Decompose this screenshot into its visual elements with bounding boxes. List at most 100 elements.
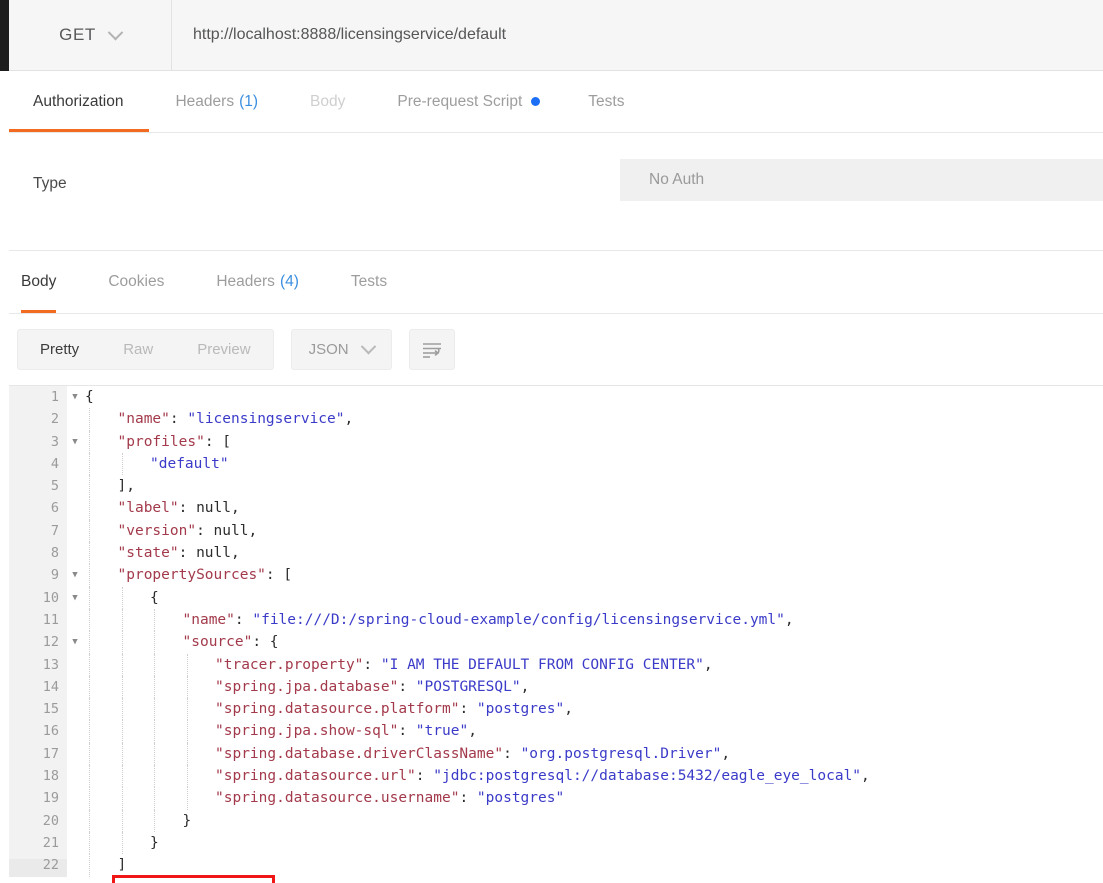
indent-guide: [89, 631, 90, 654]
line-number: 8: [50, 545, 59, 562]
response-tab-headers[interactable]: Headers (4): [190, 251, 325, 313]
code-line[interactable]: 1 ▼{: [9, 386, 1103, 408]
view-mode-raw[interactable]: Raw: [101, 330, 175, 369]
indent-guide: [186, 787, 188, 810]
code-line[interactable]: 13 "tracer.property": "I AM THE DEFAULT F…: [9, 653, 1103, 676]
json-code-area[interactable]: 1 ▼{2 "name": "licensingservice", 3 ▼ "profil…: [9, 386, 1103, 883]
indent-guide: [89, 497, 90, 520]
code-line-text: "profiles": [: [118, 431, 232, 453]
code-line[interactable]: 7 "version": null,: [9, 519, 1103, 543]
indent-guide: [89, 854, 90, 877]
request-tabs: Authorization Headers (1) Body Pre-request S…: [9, 71, 1103, 133]
response-body-editor[interactable]: 1 ▼{2 "name": "licensingservice", 3 ▼ "profil…: [9, 386, 1103, 883]
code-fold-toggle-icon[interactable]: ▼: [69, 386, 81, 408]
token-punct: ,: [703, 656, 713, 673]
code-line[interactable]: 3 ▼ "profiles": [: [9, 430, 1103, 453]
code-line-text: "tracer.property": "I AM THE DEFAULT FRO…: [215, 654, 713, 676]
request-tab-headers[interactable]: Headers (1): [149, 71, 284, 132]
http-method-dropdown[interactable]: GET: [9, 0, 172, 70]
code-line[interactable]: 9 ▼ "propertySources": [: [9, 564, 1103, 587]
token-punct: ,: [784, 611, 794, 628]
request-tab-body[interactable]: Body: [284, 71, 371, 132]
token-key: "tracer.property": [215, 656, 364, 673]
code-line[interactable]: 22]: [9, 854, 1103, 877]
line-number: 19: [42, 790, 59, 807]
code-line[interactable]: 20}: [9, 809, 1103, 832]
code-line[interactable]: 16 "spring.jpa.show-sql": "true",: [9, 720, 1103, 743]
code-line[interactable]: 14 "spring.jpa.database": "POSTGRESQL",: [9, 675, 1103, 699]
indent-guide: [154, 787, 155, 810]
indent-guide: [121, 698, 123, 721]
token-punct: :: [398, 723, 416, 740]
request-tab-tests[interactable]: Tests: [564, 71, 650, 132]
code-line-text: "spring.jpa.database": "POSTGRESQL",: [215, 676, 529, 698]
token-punct: ,: [520, 678, 530, 695]
code-line[interactable]: 18 "spring.datasource.url": "jdbc:postgre…: [9, 765, 1103, 788]
auth-type-value: No Auth: [649, 171, 705, 188]
code-fold-toggle-icon[interactable]: ▼: [69, 431, 81, 453]
response-tab-cookies[interactable]: Cookies: [82, 251, 190, 313]
code-line[interactable]: 8 "state": null,: [9, 542, 1103, 565]
code-line[interactable]: 4 "default": [9, 452, 1103, 476]
token-str: "I AM THE DEFAULT FROM CONFIG CENTER": [380, 656, 704, 673]
token-punct: :: [363, 656, 381, 673]
line-number: 9: [50, 567, 59, 584]
token-str: "default": [150, 455, 229, 472]
request-tab-authorization[interactable]: Authorization: [9, 71, 150, 132]
code-line[interactable]: 21}: [9, 831, 1103, 855]
view-mode-preview[interactable]: Preview: [175, 330, 272, 369]
line-number: 15: [42, 701, 59, 718]
indent-guide: [89, 653, 90, 676]
indent-guide: [89, 452, 90, 476]
code-line-text: {: [150, 587, 159, 609]
token-punct: : [: [265, 567, 293, 584]
indent-guide: [154, 720, 155, 743]
line-number: 14: [42, 678, 59, 695]
window-bottom-edge: [0, 877, 1103, 883]
token-punct: :: [169, 411, 188, 428]
code-line-text: "name": "licensingservice",: [118, 408, 354, 430]
token-key: "version": [117, 522, 197, 539]
authorization-panel: Type No Auth: [9, 133, 1103, 251]
view-mode-pretty[interactable]: Pretty: [18, 330, 101, 369]
code-fold-toggle-icon[interactable]: ▼: [69, 587, 81, 609]
code-line[interactable]: 17 "spring.database.driverClassName": "or…: [9, 742, 1103, 766]
indent-guide: [89, 787, 90, 810]
unsaved-indicator-dot-icon: [531, 97, 541, 106]
indent-guide: [121, 675, 123, 699]
token-str: "postgres": [476, 790, 565, 807]
code-line[interactable]: 11 "name": "file:///D:/spring-cloud-examp…: [9, 608, 1103, 632]
code-fold-toggle-icon[interactable]: ▼: [69, 564, 81, 586]
code-line[interactable]: 6 "label": null,: [9, 497, 1103, 520]
token-key: "spring.datasource.url": [215, 768, 416, 785]
token-str: "POSTGRESQL": [415, 678, 521, 695]
indent-guide: [89, 720, 90, 743]
http-method-label: GET: [59, 25, 96, 44]
code-line[interactable]: 12 ▼ "source": {: [9, 631, 1103, 654]
indent-guide: [186, 742, 188, 766]
code-line[interactable]: 2 "name": "licensingservice",: [9, 408, 1103, 431]
request-url-input[interactable]: http://localhost:8888/licensingservice/d…: [172, 0, 1103, 70]
response-tab-body[interactable]: Body: [9, 251, 82, 313]
code-fold-toggle-icon[interactable]: ▼: [69, 631, 81, 653]
code-line[interactable]: 10 ▼ {: [9, 586, 1103, 609]
indent-guide: [121, 765, 123, 788]
request-tab-pre-request-script[interactable]: Pre-request Script: [371, 71, 564, 132]
code-line-text: ],: [118, 475, 135, 497]
line-number: 17: [42, 745, 59, 762]
response-tab-tests[interactable]: Tests: [325, 251, 413, 313]
token-punct: {: [85, 389, 94, 405]
indent-guide: [186, 675, 188, 699]
auth-type-dropdown[interactable]: No Auth: [620, 159, 1103, 201]
code-line[interactable]: 19 "spring.datasource.username": "postgre…: [9, 787, 1103, 810]
code-line[interactable]: 15 "spring.datasource.platform": "postgre…: [9, 698, 1103, 721]
indent-guide: [89, 809, 90, 832]
word-wrap-button[interactable]: [408, 329, 455, 370]
indent-guide: [154, 608, 155, 632]
token-punct: }: [182, 812, 192, 829]
indent-guide: [121, 720, 123, 743]
response-format-dropdown[interactable]: JSON: [290, 329, 392, 370]
code-line[interactable]: 5],: [9, 475, 1103, 498]
indent-guide: [89, 742, 90, 766]
line-number: 21: [42, 834, 59, 851]
